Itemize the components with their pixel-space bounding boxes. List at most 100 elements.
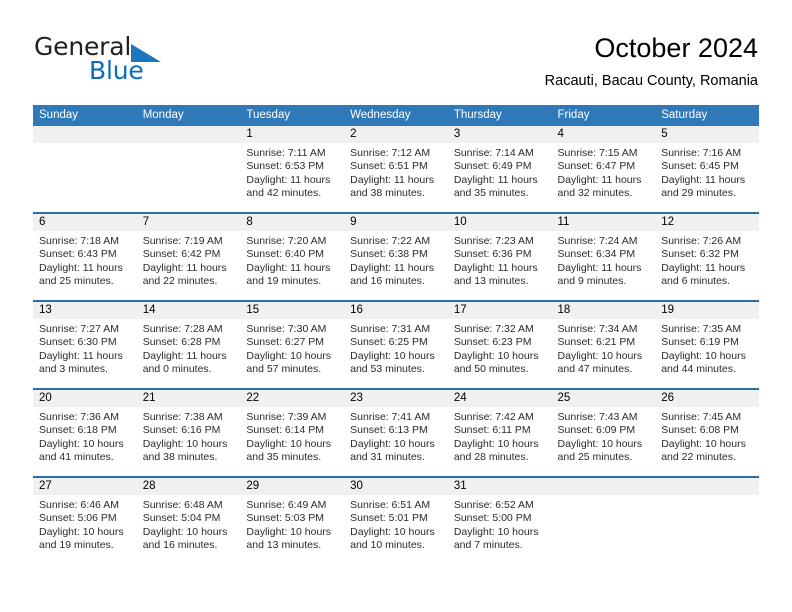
sunset-time: Sunset: 6:53 PM [246,160,325,173]
daylight-duration-line2: and 35 minutes. [453,187,529,200]
calendar-day-cell[interactable]: 17 Sunrise: 7:32 AM Sunset: 6:23 PM Dayligh… [447,302,552,388]
sunrise-time: Sunrise: 7:35 AM [661,323,742,335]
day-details [33,143,137,147]
sunset-time: Sunset: 6:08 PM [661,424,739,437]
day-number: 13 [33,302,137,319]
day-details [137,143,241,147]
sunrise-time: Sunrise: 7:14 AM [453,147,534,159]
calendar-day-cell[interactable]: 25 Sunrise: 7:43 AM Sunset: 6:09 PM Dayligh… [551,390,656,476]
sunset-time: Sunset: 6:14 PM [246,424,325,437]
calendar-day-cell[interactable]: 8 Sunrise: 7:20 AM Sunset: 6:40 PM Daylight… [240,214,345,300]
calendar-week-row: 1 Sunrise: 7:11 AM Sunset: 6:53 PM Daylight… [33,126,759,212]
calendar-day-cell[interactable]: 6 Sunrise: 7:18 AM Sunset: 6:43 PM Daylight… [33,214,137,300]
calendar-day-cell[interactable]: 26 Sunrise: 7:45 AM Sunset: 6:08 PM Dayligh… [655,390,759,476]
day-number: 24 [447,390,552,407]
daylight-duration-line1: Daylight: 10 hours [246,525,332,538]
day-details: Sunrise: 7:15 AM Sunset: 6:47 PM Daylight:… [552,143,656,201]
calendar-day-cell[interactable]: 18 Sunrise: 7:34 AM Sunset: 6:21 PM Dayligh… [551,302,656,388]
calendar-day-cell[interactable]: 2 Sunrise: 7:12 AM Sunset: 6:51 PM Daylight… [344,126,448,212]
daylight-duration-line1: Daylight: 11 hours [557,173,642,186]
calendar-day-cell[interactable]: 9 Sunrise: 7:22 AM Sunset: 6:38 PM Daylight… [344,214,448,300]
calendar-day-cell[interactable]: 31 Sunrise: 6:52 AM Sunset: 5:00 PM Dayligh… [447,478,552,564]
calendar-day-cell[interactable]: 22 Sunrise: 7:39 AM Sunset: 6:14 PM Dayligh… [240,390,345,476]
day-details: Sunrise: 7:42 AM Sunset: 6:11 PM Daylight:… [448,407,552,465]
calendar-day-cell-empty [136,126,241,212]
daylight-duration-line2: and 42 minutes. [246,187,322,200]
day-details: Sunrise: 7:45 AM Sunset: 6:08 PM Daylight:… [655,407,759,465]
day-number: 26 [655,390,759,407]
day-details: Sunrise: 7:28 AM Sunset: 6:28 PM Daylight:… [137,319,241,377]
calendar-day-cell[interactable]: 14 Sunrise: 7:28 AM Sunset: 6:28 PM Dayligh… [136,302,241,388]
day-number [551,478,656,495]
day-details: Sunrise: 7:23 AM Sunset: 6:36 PM Daylight:… [448,231,552,289]
daylight-duration-line1: Daylight: 11 hours [39,349,123,362]
brand-logo[interactable]: General Blue [34,32,254,88]
day-number: 19 [655,302,759,319]
day-number: 2 [344,126,448,143]
calendar-day-cell[interactable]: 1 Sunrise: 7:11 AM Sunset: 6:53 PM Daylight… [240,126,345,212]
day-details: Sunrise: 7:11 AM Sunset: 6:53 PM Daylight:… [240,143,344,201]
sunset-time: Sunset: 6:25 PM [350,336,428,349]
calendar-week-row: 13 Sunrise: 7:27 AM Sunset: 6:30 PM Dayligh… [33,300,759,388]
day-details: Sunrise: 7:26 AM Sunset: 6:32 PM Daylight:… [655,231,759,289]
daylight-duration-line1: Daylight: 11 hours [142,261,227,274]
calendar-day-cell[interactable]: 15 Sunrise: 7:30 AM Sunset: 6:27 PM Dayligh… [240,302,345,388]
daylight-duration-line1: Daylight: 11 hours [661,261,746,274]
daylight-duration-line1: Daylight: 10 hours [453,525,539,538]
sunrise-time: Sunrise: 7:43 AM [557,411,638,423]
day-number: 25 [551,390,656,407]
calendar-day-cell[interactable]: 10 Sunrise: 7:23 AM Sunset: 6:36 PM Dayligh… [447,214,552,300]
calendar-day-cell[interactable]: 27 Sunrise: 6:46 AM Sunset: 5:06 PM Dayligh… [33,478,137,564]
sunset-time: Sunset: 5:04 PM [142,512,221,525]
day-number: 18 [551,302,656,319]
sunrise-time: Sunrise: 7:38 AM [142,411,223,423]
day-details: Sunrise: 6:49 AM Sunset: 5:03 PM Daylight:… [240,495,344,553]
calendar-day-cell[interactable]: 12 Sunrise: 7:26 AM Sunset: 6:32 PM Dayligh… [655,214,759,300]
day-number: 4 [551,126,656,143]
calendar-day-cell[interactable]: 7 Sunrise: 7:19 AM Sunset: 6:42 PM Daylight… [136,214,241,300]
sunset-time: Sunset: 6:23 PM [453,336,532,349]
calendar-day-cell[interactable]: 20 Sunrise: 7:36 AM Sunset: 6:18 PM Dayligh… [33,390,137,476]
weekday-header-wednesday: Wednesday [344,105,448,126]
daylight-duration-line2: and 44 minutes. [661,363,736,376]
calendar-day-cell[interactable]: 11 Sunrise: 7:24 AM Sunset: 6:34 PM Dayligh… [551,214,656,300]
sunrise-time: Sunrise: 7:18 AM [39,235,119,247]
calendar-grid: Sunday Monday Tuesday Wednesday Thursday… [33,105,759,564]
daylight-duration-line1: Daylight: 11 hours [350,261,434,274]
daylight-duration-line2: and 41 minutes. [39,451,114,464]
calendar-day-cell[interactable]: 21 Sunrise: 7:38 AM Sunset: 6:16 PM Dayligh… [136,390,241,476]
calendar-day-cell[interactable]: 13 Sunrise: 7:27 AM Sunset: 6:30 PM Dayligh… [33,302,137,388]
day-details: Sunrise: 7:43 AM Sunset: 6:09 PM Daylight:… [552,407,656,465]
daylight-duration-line2: and 22 minutes. [661,451,736,464]
daylight-duration-line2: and 10 minutes. [350,539,425,552]
day-number: 11 [551,214,656,231]
calendar-day-cell[interactable]: 24 Sunrise: 7:42 AM Sunset: 6:11 PM Dayligh… [447,390,552,476]
calendar-day-cell[interactable]: 16 Sunrise: 7:31 AM Sunset: 6:25 PM Dayligh… [344,302,448,388]
daylight-duration-line1: Daylight: 10 hours [246,349,332,362]
sunset-time: Sunset: 5:06 PM [39,512,117,525]
daylight-duration-line2: and 13 minutes. [246,539,322,552]
calendar-day-cell[interactable]: 28 Sunrise: 6:48 AM Sunset: 5:04 PM Dayligh… [136,478,241,564]
calendar-day-cell[interactable]: 4 Sunrise: 7:15 AM Sunset: 6:47 PM Daylight… [551,126,656,212]
daylight-duration-line2: and 19 minutes. [39,539,114,552]
day-number: 28 [136,478,241,495]
sunset-time: Sunset: 5:01 PM [350,512,428,525]
daylight-duration-line1: Daylight: 10 hours [350,437,435,450]
calendar-day-cell[interactable]: 3 Sunrise: 7:14 AM Sunset: 6:49 PM Daylight… [447,126,552,212]
calendar-day-cell[interactable]: 23 Sunrise: 7:41 AM Sunset: 6:13 PM Dayligh… [344,390,448,476]
daylight-duration-line2: and 3 minutes. [39,363,108,376]
calendar-day-cell[interactable]: 30 Sunrise: 6:51 AM Sunset: 5:01 PM Dayligh… [344,478,448,564]
page-title: October 2024 [594,33,758,63]
sunrise-time: Sunrise: 7:31 AM [350,323,431,335]
calendar-day-cell[interactable]: 19 Sunrise: 7:35 AM Sunset: 6:19 PM Dayligh… [655,302,759,388]
sunrise-time: Sunrise: 6:49 AM [246,499,327,511]
weekday-header-thursday: Thursday [447,105,552,126]
sunset-time: Sunset: 6:30 PM [39,336,117,349]
calendar-day-cell[interactable]: 29 Sunrise: 6:49 AM Sunset: 5:03 PM Dayligh… [240,478,345,564]
daylight-duration-line1: Daylight: 10 hours [142,525,228,538]
sunset-time: Sunset: 6:13 PM [350,424,428,437]
calendar-day-cell[interactable]: 5 Sunrise: 7:16 AM Sunset: 6:45 PM Daylight… [655,126,759,212]
sunset-time: Sunset: 6:40 PM [246,248,325,261]
weekday-header-friday: Friday [551,105,656,126]
sunrise-time: Sunrise: 6:52 AM [453,499,534,511]
